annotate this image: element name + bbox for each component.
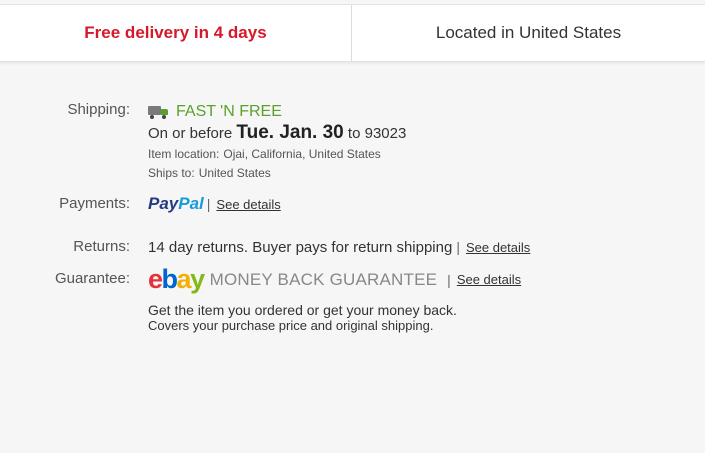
payments-row: PayPal | See details bbox=[148, 194, 281, 214]
returns-separator: | bbox=[456, 239, 460, 255]
payments-see-details-link[interactable]: See details bbox=[216, 197, 280, 212]
guarantee-line-1: Get the item you ordered or get your mon… bbox=[148, 302, 457, 318]
guarantee-separator: | bbox=[447, 271, 451, 288]
returns-row: 14 day returns. Buyer pays for return sh… bbox=[148, 239, 530, 256]
fast-n-free-text: FAST 'N FREE bbox=[176, 103, 282, 120]
guarantee-label: Guarantee: bbox=[54, 270, 130, 287]
truck-icon bbox=[148, 105, 170, 119]
item-location-summary: Located in United States bbox=[435, 23, 622, 42]
guarantee-row: ebay MONEY BACK GUARANTEE | See details bbox=[148, 264, 521, 295]
ships-to-label: Ships to: bbox=[148, 166, 195, 180]
guarantee-see-details-link[interactable]: See details bbox=[457, 272, 521, 287]
free-delivery-text: Free delivery in 4 days bbox=[0, 5, 352, 61]
returns-label: Returns: bbox=[73, 238, 130, 255]
money-back-guarantee-text: MONEY BACK GUARANTEE bbox=[209, 269, 438, 289]
item-location-label: Item location: bbox=[148, 147, 220, 161]
paypal-logo: PayPal bbox=[148, 194, 204, 213]
ebay-logo: ebay bbox=[148, 264, 205, 294]
returns-see-details-link[interactable]: See details bbox=[466, 240, 530, 255]
delivery-summary-bar: Free delivery in 4 days Located in Unite… bbox=[0, 4, 705, 62]
ships-to-value: United States bbox=[198, 166, 271, 180]
ships-to-row: Ships to: United States bbox=[148, 166, 271, 180]
delivery-estimate: On or before Tue. Jan. 30 to 93023 bbox=[148, 122, 406, 144]
delivery-zip: to 93023 bbox=[347, 125, 407, 142]
returns-text: 14 day returns. Buyer pays for return sh… bbox=[148, 239, 453, 256]
delivery-date: Tue. Jan. 30 bbox=[236, 122, 344, 143]
shipping-service: FAST 'N FREE bbox=[148, 103, 282, 121]
item-location-value: Ojai, California, United States bbox=[223, 147, 381, 161]
payments-label: Payments: bbox=[59, 195, 130, 212]
guarantee-description: Get the item you ordered or get your mon… bbox=[148, 302, 457, 334]
guarantee-line-2: Covers your purchase price and original … bbox=[148, 318, 434, 333]
payments-separator: | bbox=[206, 196, 211, 212]
shipping-label: Shipping: bbox=[67, 101, 130, 118]
item-location-row: Item location: Ojai, California, United S… bbox=[148, 147, 381, 161]
delivery-prefix: On or before bbox=[148, 125, 233, 142]
